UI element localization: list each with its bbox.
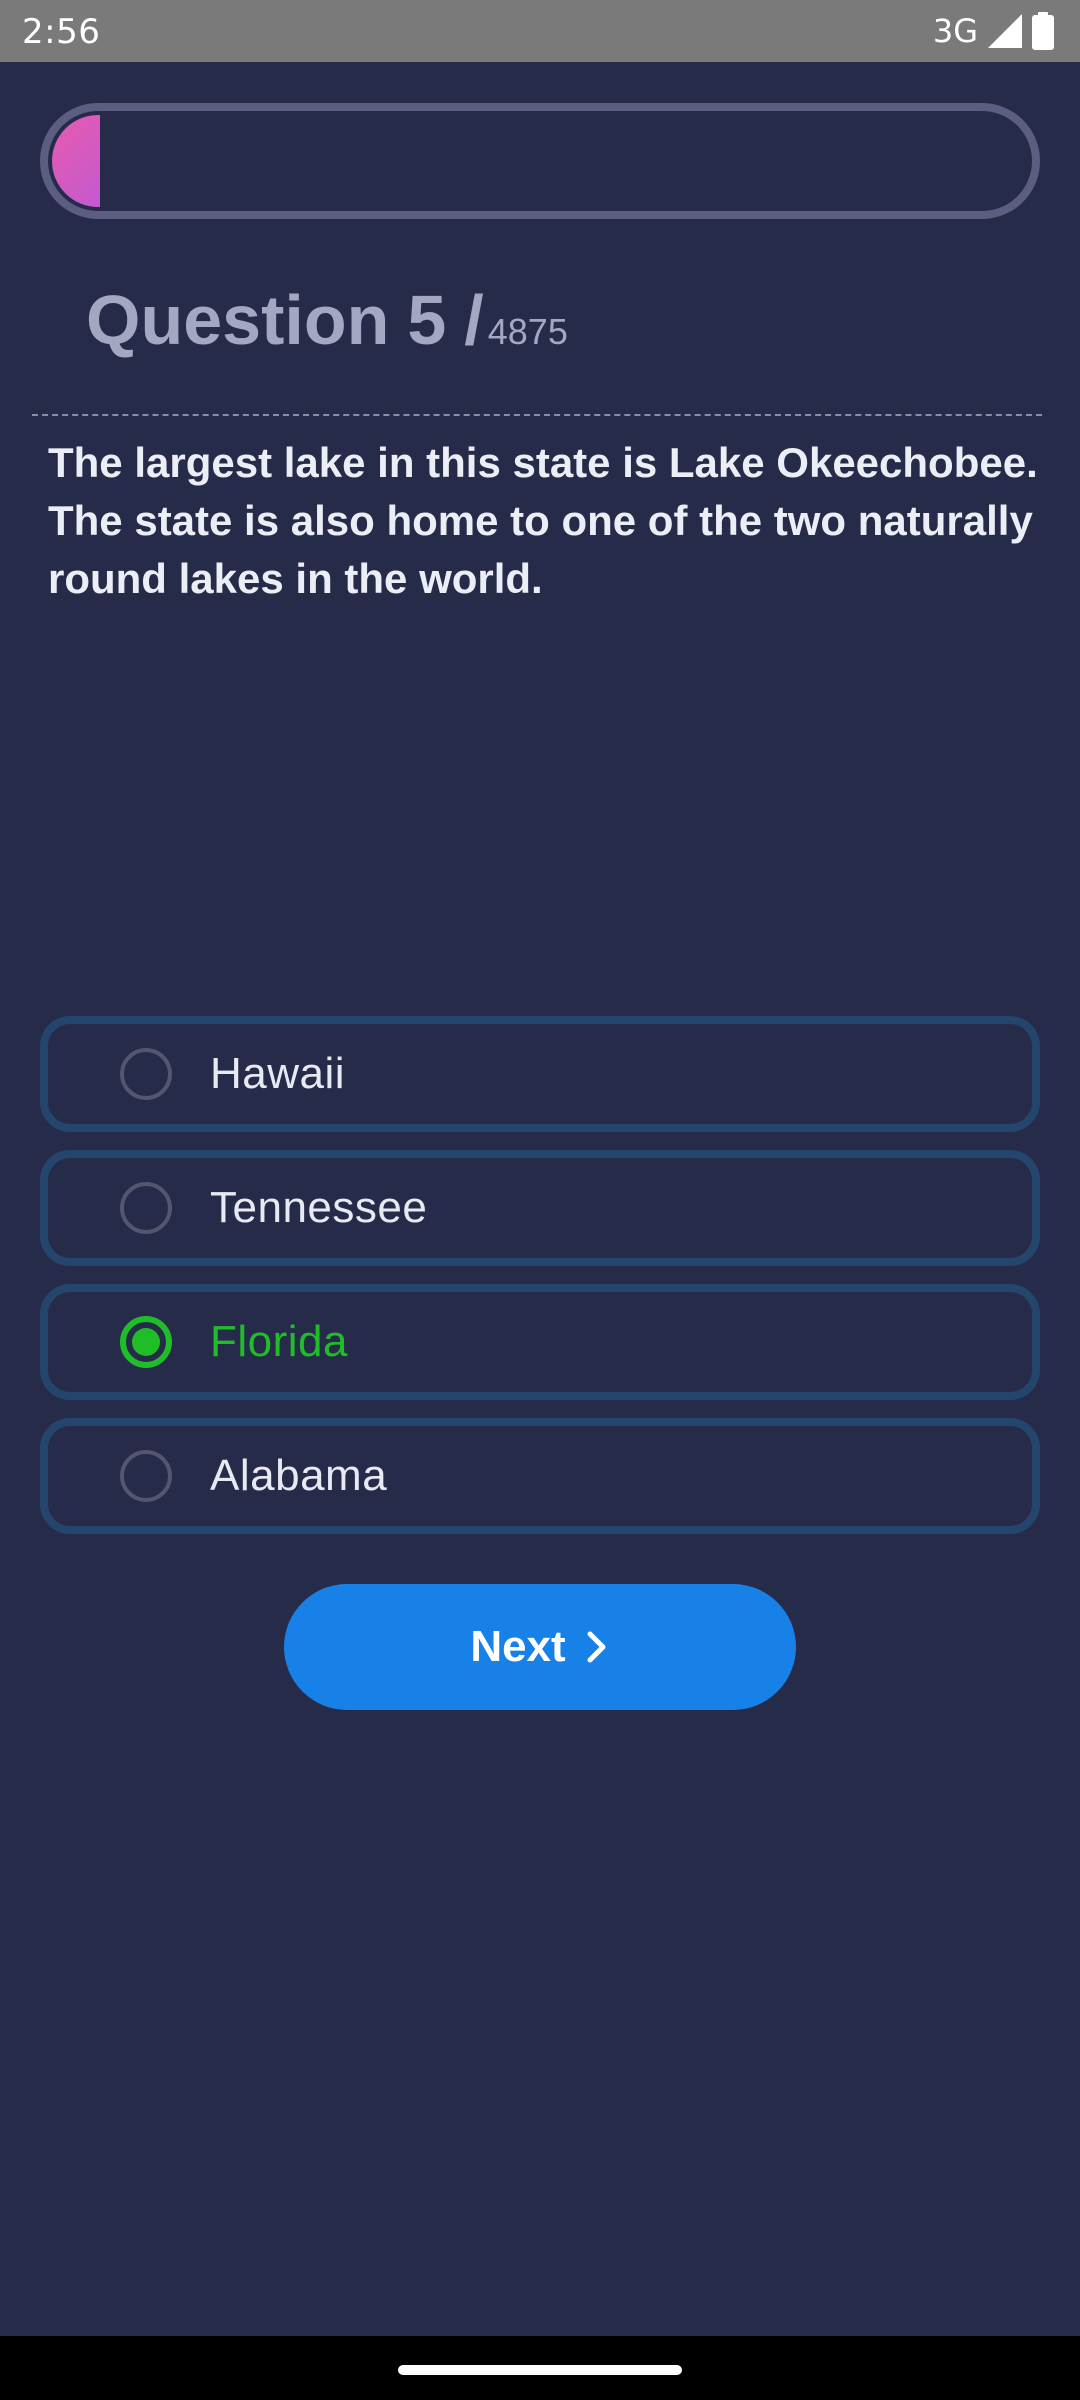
status-icons: 3G: [933, 10, 1054, 52]
question-number: 5: [407, 281, 447, 359]
radio-button[interactable]: [120, 1182, 172, 1234]
navigation-bar: [0, 2336, 1080, 2400]
option-alabama[interactable]: Alabama: [40, 1418, 1040, 1534]
home-handle[interactable]: [398, 2365, 682, 2375]
progress-fill: [52, 115, 100, 207]
status-time: 2:56: [22, 12, 101, 52]
option-tennessee[interactable]: Tennessee: [40, 1150, 1040, 1266]
chevron-right-icon: [584, 1630, 610, 1664]
question-counter: Question 5 / 4875: [86, 280, 568, 360]
option-label: Hawaii: [210, 1049, 346, 1098]
divider: [32, 414, 1042, 416]
option-hawaii[interactable]: Hawaii: [40, 1016, 1040, 1132]
question-slash: /: [464, 281, 484, 359]
answer-options: Hawaii Tennessee Florida Alabama: [40, 1016, 1040, 1552]
network-type: 3G: [932, 12, 978, 50]
radio-button[interactable]: [120, 1450, 172, 1502]
radio-button[interactable]: [120, 1316, 172, 1368]
quiz-progress-bar: [40, 103, 1040, 219]
quiz-screen: 2:56 3G Question 5 / 4875 The largest la…: [0, 0, 1080, 2400]
battery-icon: [1032, 12, 1054, 50]
question-prefix: Question: [86, 281, 390, 359]
option-label: Tennessee: [210, 1183, 428, 1232]
radio-button[interactable]: [120, 1048, 172, 1100]
option-label: Florida: [210, 1317, 348, 1366]
signal-icon: [988, 14, 1022, 48]
next-label: Next: [470, 1622, 566, 1671]
status-bar: 2:56 3G: [0, 0, 1080, 62]
next-button[interactable]: Next: [284, 1584, 796, 1710]
question-text: The largest lake in this state is Lake O…: [48, 439, 1038, 602]
question-total: 4875: [487, 311, 568, 352]
option-florida[interactable]: Florida: [40, 1284, 1040, 1400]
option-label: Alabama: [210, 1451, 388, 1500]
